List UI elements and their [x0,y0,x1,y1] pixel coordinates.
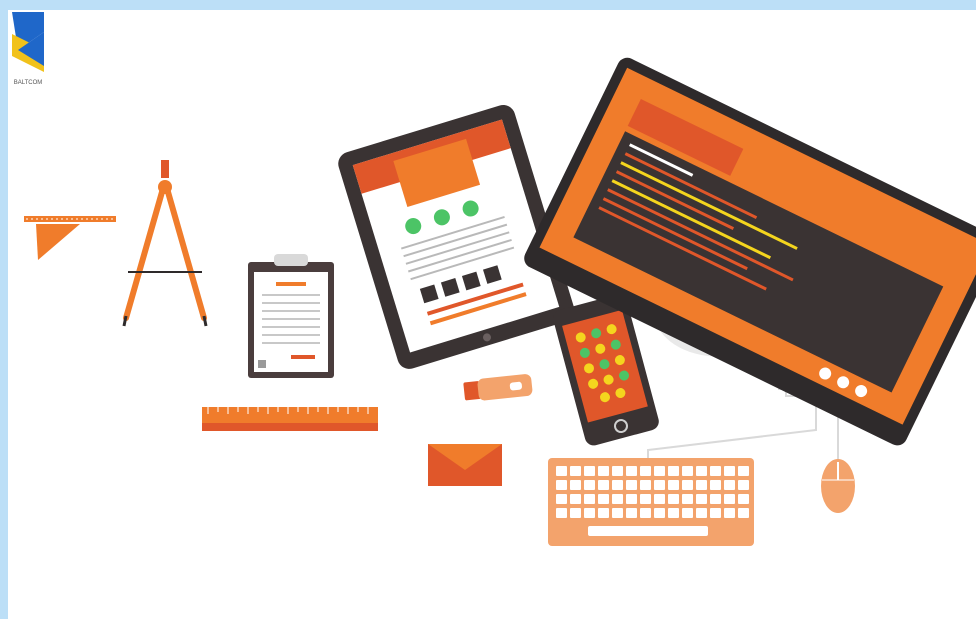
keyboard-key [738,508,749,518]
keyboard-key [696,494,707,504]
keyboard-key [626,480,637,490]
keyboard-key [710,480,721,490]
keyboard-key [682,494,693,504]
keyboard-key [556,480,567,490]
keyboard-key [724,494,735,504]
keyboard-key [612,466,623,476]
keyboard-key [668,480,679,490]
keyboard-key [738,480,749,490]
keyboard-key [696,508,707,518]
mouse [821,459,855,513]
keyboard-key [584,480,595,490]
keyboard-key [654,466,665,476]
keyboard-key [654,494,665,504]
clipboard [248,254,334,378]
keyboard-key [556,466,567,476]
keyboard-key [640,466,651,476]
keyboard-key [584,508,595,518]
keyboard-key [738,494,749,504]
keyboard-key [710,466,721,476]
keyboard-key [598,466,609,476]
keyboard-key [598,480,609,490]
keyboard-key [570,508,581,518]
keyboard-key [668,466,679,476]
keyboard-key [570,494,581,504]
keyboard-key [710,494,721,504]
keyboard-key [640,494,651,504]
logo-text: BALTCOM [14,80,43,86]
ruler [202,407,378,431]
keyboard-key [626,508,637,518]
keyboard-key [584,494,595,504]
keyboard-key [556,494,567,504]
keyboard-key [612,480,623,490]
keyboard-key [682,466,693,476]
keyboard-key [710,508,721,518]
keyboard-key [654,480,665,490]
keyboard-key [570,480,581,490]
usb-drive [463,374,533,401]
keyboard-key [724,466,735,476]
illustration-canvas: BALTCOM [8,10,976,619]
keyboard-key [598,508,609,518]
envelope [428,444,502,486]
keyboard-key [640,508,651,518]
brand-logo: BALTCOM [12,12,44,86]
keyboard-key [682,480,693,490]
keyboard-key [696,466,707,476]
drafting-triangle-ruler [24,216,116,260]
keyboard-key [626,494,637,504]
keyboard-key [724,508,735,518]
keyboard [548,458,754,546]
keyboard-key [654,508,665,518]
keyboard-key [584,466,595,476]
keyboard-key [612,494,623,504]
keyboard-key [668,508,679,518]
keyboard-key [570,466,581,476]
keyboard-key [640,480,651,490]
devices-illustration [24,57,976,546]
keyboard-key [682,508,693,518]
keyboard-key [738,466,749,476]
keyboard-key [696,480,707,490]
keyboard-key [556,508,567,518]
keyboard-key [598,494,609,504]
keyboard-key [724,480,735,490]
drafting-compass [122,160,208,327]
keyboard-key [626,466,637,476]
keyboard-key [668,494,679,504]
keyboard-key [612,508,623,518]
